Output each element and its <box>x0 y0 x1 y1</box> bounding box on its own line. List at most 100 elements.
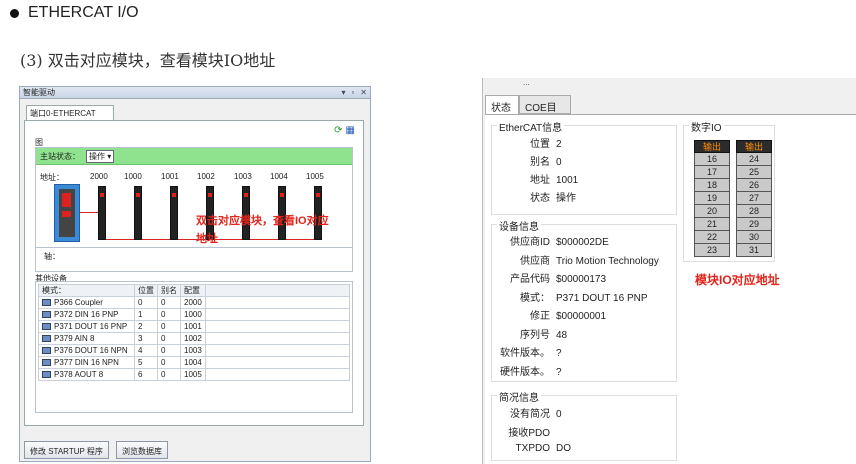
info-value: $000002DE <box>556 237 609 248</box>
grid-icon[interactable]: ▦ <box>346 125 355 136</box>
device-icon <box>42 335 51 343</box>
table-row[interactable]: P376 DOUT 16 NPN 4 0 1003 <box>38 344 351 357</box>
device-info-group: 设备信息 供应商ID $000002DE 供应商 Trio Motion Techno… <box>491 218 677 382</box>
close-icon[interactable]: ✕ <box>360 88 367 97</box>
info-value: 1001 <box>556 175 579 186</box>
io-address-cell[interactable]: 20 <box>694 205 730 218</box>
io-address-cell[interactable]: 29 <box>736 218 772 231</box>
io-address-cell[interactable]: 21 <box>694 218 730 231</box>
device-alias: 0 <box>161 322 166 331</box>
io-address-cell[interactable]: 27 <box>736 192 772 205</box>
device-config: 1002 <box>184 334 202 343</box>
digital-io-legend: 数字IO <box>689 119 724 134</box>
io-address-cell[interactable]: 30 <box>736 231 772 244</box>
table-row[interactable]: P371 DOUT 16 PNP 2 0 1001 <box>38 320 351 333</box>
device-alias: 0 <box>161 358 166 367</box>
browse-database-button[interactable]: 浏览数据库 <box>116 441 168 459</box>
device-mode: P378 AOUT 8 <box>54 370 104 379</box>
network-diagram: 主站状态： 操作 ▾ 地址： 2000 1000 1001 1002 1003 … <box>35 147 353 272</box>
col-alias[interactable]: 别名 <box>157 284 181 297</box>
io-address-cell[interactable]: 25 <box>736 166 772 179</box>
modify-startup-button[interactable]: 修改 STARTUP 程序 <box>24 441 109 459</box>
device-position: 0 <box>138 298 143 307</box>
dropdown-icon[interactable]: ▾ <box>341 88 345 97</box>
device-position: 4 <box>138 346 143 355</box>
intelligent-drive-window: 智能驱动 ▾ ▫ ✕ 端口0-ETHERCAT ⟳ ▦ 图 主站状态： 操作 ▾ … <box>19 86 371 462</box>
refresh-icon[interactable]: ⟳ <box>334 125 342 136</box>
info-row: 软件版本。? <box>492 344 562 359</box>
address-1005: 1005 <box>306 172 324 181</box>
device-mode: P372 DIN 16 PNP <box>54 310 119 319</box>
info-row: 供应商 Trio Motion Technology <box>492 252 659 267</box>
device-icon <box>42 299 51 307</box>
io-address-cell[interactable]: 17 <box>694 166 730 179</box>
device-config: 1003 <box>184 346 202 355</box>
master-state-label: 主站状态： <box>40 151 80 161</box>
tab-status[interactable]: 状态 <box>485 95 519 114</box>
device-position: 5 <box>138 358 143 367</box>
col-config[interactable]: 配置 <box>180 284 206 297</box>
ethercat-panel: ⟳ ▦ 图 主站状态： 操作 ▾ 地址： 2000 1000 1001 1002 … <box>24 120 364 426</box>
master-state-select[interactable]: 操作 ▾ <box>86 149 115 163</box>
status-panel: EtherCAT信息 位置 2 别名 0 地址 1001 状态 操作 设备信息 供应商ID $0… <box>485 114 856 464</box>
table-row[interactable]: P378 AOUT 8 6 0 1005 <box>38 368 351 381</box>
info-key: 接收PDO <box>508 428 550 439</box>
heading-text: ETHERCAT I/O <box>28 4 139 21</box>
io-address-cell[interactable]: 26 <box>736 179 772 192</box>
device-mode: P379 AIN 8 <box>54 334 95 343</box>
device-mode: P371 DOUT 16 PNP <box>54 322 128 331</box>
device-mode: P377 DIN 16 NPN <box>54 358 119 367</box>
io-address-cell[interactable]: 28 <box>736 205 772 218</box>
device-icon <box>42 371 51 379</box>
address-1002: 1002 <box>197 172 215 181</box>
info-row: 供应商ID $000002DE <box>492 233 609 248</box>
io-address-cell[interactable]: 24 <box>736 153 772 166</box>
coupler-module-icon[interactable] <box>54 184 80 242</box>
io-address-cell[interactable]: 23 <box>694 244 730 257</box>
tab-port0-ethercat[interactable]: 端口0-ETHERCAT <box>26 105 114 121</box>
table-row[interactable]: P366 Coupler 0 0 2000 <box>38 296 351 309</box>
device-icon <box>42 311 51 319</box>
device-config: 1000 <box>184 310 202 319</box>
info-key: 序列号 <box>520 329 550 341</box>
restore-icon[interactable]: ▫ <box>351 88 354 97</box>
info-key: 地址 <box>530 175 550 186</box>
info-row: 别名 0 <box>492 153 562 168</box>
window-title: 智能驱动 <box>23 88 55 97</box>
ethercat-info-legend: EtherCAT信息 <box>497 119 565 134</box>
info-row: 状态 操作 <box>492 189 576 204</box>
ethercat-info-group: EtherCAT信息 位置 2 别名 0 地址 1001 状态 操作 <box>491 119 677 215</box>
table-row[interactable]: P372 DIN 16 PNP 1 0 1000 <box>38 308 351 321</box>
address-label: 地址： <box>40 173 64 182</box>
info-value: 操作 <box>556 193 576 204</box>
module-1000-icon[interactable] <box>98 186 106 240</box>
output-header: 输出 <box>694 140 730 153</box>
info-key: 硬件版本。 <box>500 366 550 378</box>
col-mode[interactable]: 模式： <box>38 284 135 297</box>
tab-coe-target[interactable]: COE目标 <box>519 95 571 129</box>
overview-legend: 简况信息 <box>497 389 541 404</box>
device-icon <box>42 359 51 367</box>
info-key: 没有简况 <box>510 409 550 420</box>
info-value: Trio Motion Technology <box>556 255 659 267</box>
io-address-cell[interactable]: 22 <box>694 231 730 244</box>
col-position[interactable]: 位置 <box>134 284 158 297</box>
io-address-cell[interactable]: 19 <box>694 192 730 205</box>
info-key: 状态 <box>530 193 550 204</box>
info-key: 软件版本。 <box>500 348 550 359</box>
info-value: P371 DOUT 16 PNP <box>556 292 648 304</box>
io-address-cell[interactable]: 31 <box>736 244 772 257</box>
info-row: 产品代码 $00000173 <box>492 270 606 285</box>
address-1003: 1003 <box>234 172 252 181</box>
table-row[interactable]: P377 DIN 16 NPN 5 0 1004 <box>38 356 351 369</box>
info-key: 供应商ID <box>510 237 550 248</box>
io-address-cell[interactable]: 18 <box>694 179 730 192</box>
device-config: 2000 <box>184 298 202 307</box>
module-1002-icon[interactable] <box>170 186 178 240</box>
module-1001-icon[interactable] <box>134 186 142 240</box>
annotation-io-address: 模块IO对应地址 <box>695 273 780 287</box>
digital-io-group: 数字IO 输出 16 17 18 19 20 21 22 23 输出 24 25 26 27 28 29… <box>683 119 775 262</box>
io-address-cell[interactable]: 16 <box>694 153 730 166</box>
master-state-bar: 主站状态： 操作 ▾ <box>36 148 352 165</box>
table-row[interactable]: P379 AIN 8 3 0 1002 <box>38 332 351 345</box>
